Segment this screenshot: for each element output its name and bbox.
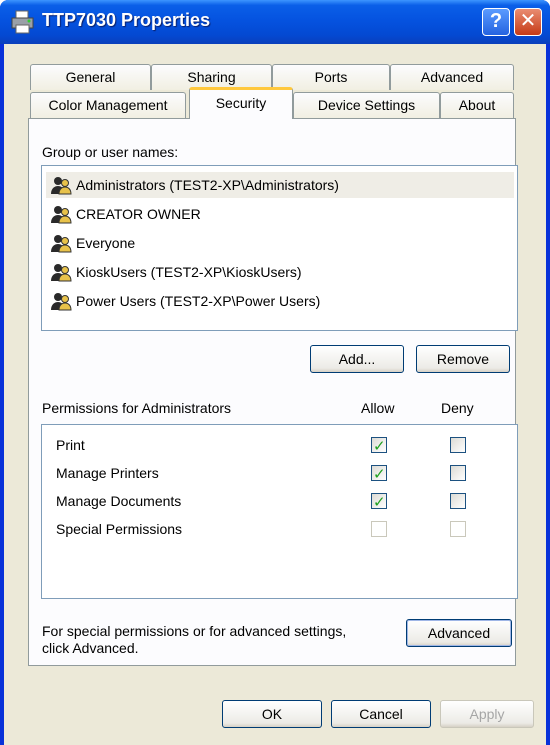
permissions-list: Print ✓ Manage Printers ✓ Manage Documen… bbox=[41, 424, 518, 599]
checkmark-icon: ✓ bbox=[373, 494, 386, 511]
user-group-icon bbox=[51, 264, 72, 282]
permission-row: Manage Documents ✓ bbox=[56, 489, 496, 513]
deny-column-header: Deny bbox=[441, 400, 474, 416]
cancel-button[interactable]: Cancel bbox=[331, 700, 431, 728]
apply-button: Apply bbox=[440, 700, 534, 728]
ok-button[interactable]: OK bbox=[222, 700, 322, 728]
user-list[interactable]: Administrators (TEST2-XP\Administrators)… bbox=[41, 165, 518, 331]
remove-button[interactable]: Remove bbox=[416, 345, 510, 373]
allow-checkbox[interactable]: ✓ bbox=[371, 465, 387, 483]
user-group-icon bbox=[51, 293, 72, 311]
deny-checkbox[interactable] bbox=[450, 465, 466, 481]
security-panel-content: Group or user names: Administrators (TES… bbox=[0, 0, 550, 745]
user-name: KioskUsers (TEST2-XP\KioskUsers) bbox=[76, 264, 302, 280]
allow-column-header: Allow bbox=[361, 400, 395, 416]
allow-checkbox[interactable]: ✓ bbox=[371, 437, 387, 455]
user-list-item[interactable]: Everyone bbox=[46, 230, 514, 256]
special-permissions-text: For special permissions or for advanced … bbox=[42, 623, 347, 639]
group-user-label: Group or user names: bbox=[42, 144, 179, 160]
special-permissions-text-2: click Advanced. bbox=[42, 640, 139, 656]
permission-name: Print bbox=[56, 437, 85, 453]
checkmark-icon: ✓ bbox=[373, 438, 386, 455]
permission-row: Print ✓ bbox=[56, 433, 496, 457]
deny-checkbox bbox=[450, 521, 466, 537]
allow-checkbox bbox=[371, 521, 387, 537]
permission-row: Manage Printers ✓ bbox=[56, 461, 496, 485]
user-name: Everyone bbox=[76, 235, 136, 251]
user-group-icon bbox=[51, 235, 72, 253]
user-list-item[interactable]: CREATOR OWNER bbox=[46, 201, 514, 227]
permission-name: Manage Printers bbox=[56, 465, 159, 481]
advanced-button[interactable]: Advanced bbox=[406, 619, 512, 647]
checkmark-icon: ✓ bbox=[373, 466, 386, 483]
user-name: Administrators (TEST2-XP\Administrators) bbox=[76, 177, 339, 193]
add-button[interactable]: Add... bbox=[310, 345, 404, 373]
user-name: CREATOR OWNER bbox=[76, 206, 201, 222]
user-group-icon bbox=[51, 177, 72, 195]
user-name: Power Users (TEST2-XP\Power Users) bbox=[76, 293, 321, 309]
permission-name: Special Permissions bbox=[56, 521, 183, 537]
permission-name: Manage Documents bbox=[56, 493, 182, 509]
user-group-icon bbox=[51, 206, 72, 224]
permission-row: Special Permissions bbox=[56, 517, 496, 541]
deny-checkbox[interactable] bbox=[450, 437, 466, 453]
properties-window: TTP7030 Properties ? ✕ General Sharing P… bbox=[0, 0, 550, 745]
deny-checkbox[interactable] bbox=[450, 493, 466, 509]
permissions-label: Permissions for Administrators bbox=[42, 400, 232, 416]
allow-checkbox[interactable]: ✓ bbox=[371, 493, 387, 511]
user-list-item[interactable]: Administrators (TEST2-XP\Administrators) bbox=[46, 172, 514, 198]
user-list-item[interactable]: Power Users (TEST2-XP\Power Users) bbox=[46, 288, 514, 314]
user-list-item[interactable]: KioskUsers (TEST2-XP\KioskUsers) bbox=[46, 259, 514, 285]
